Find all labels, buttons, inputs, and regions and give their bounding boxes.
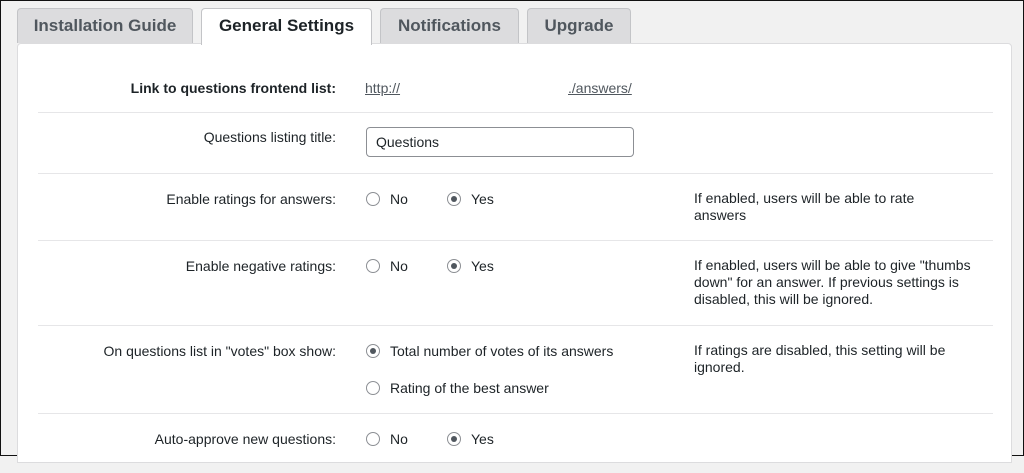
frontend-link-start[interactable]: http:// [365, 80, 400, 96]
radio-checked-icon [447, 259, 461, 273]
radio-label: Rating of the best answer [390, 380, 549, 396]
enable-ratings-yes-radio[interactable]: Yes [447, 191, 494, 207]
auto-approve-no-radio[interactable]: No [366, 431, 408, 447]
negative-ratings-no-radio[interactable]: No [366, 258, 408, 274]
votes-box-help: If ratings are disabled, this setting wi… [694, 342, 946, 375]
tab-upgrade[interactable]: Upgrade [527, 8, 631, 43]
settings-panel: Link to questions frontend list: http://… [17, 43, 1012, 463]
votes-box-row: On questions list in "votes" box show: T… [38, 325, 993, 414]
radio-unchecked-icon [366, 432, 380, 446]
auto-approve-label: Auto-approve new questions: [154, 431, 336, 447]
votes-box-label: On questions list in "votes" box show: [103, 343, 337, 359]
radio-unchecked-icon [366, 381, 380, 395]
frontend-link-end[interactable]: ./answers/ [568, 80, 632, 96]
radio-label: No [390, 191, 408, 207]
frontend-link-label: Link to questions frontend list: [130, 80, 336, 96]
radio-label: No [390, 431, 408, 447]
votes-total-radio[interactable]: Total number of votes of its answers [366, 343, 613, 359]
listing-title-input[interactable] [366, 127, 634, 157]
negative-ratings-yes-radio[interactable]: Yes [447, 258, 494, 274]
tab-installation-guide[interactable]: Installation Guide [17, 8, 193, 43]
enable-ratings-row: Enable ratings for answers: No Yes If en… [38, 173, 993, 241]
tab-general-settings[interactable]: General Settings [201, 8, 372, 45]
negative-ratings-help: If enabled, users will be able to give "… [694, 257, 971, 307]
frontend-link-row: Link to questions frontend list: http://… [38, 44, 993, 113]
auto-approve-row: Auto-approve new questions: No Yes [38, 413, 993, 473]
radio-label: Yes [471, 431, 494, 447]
negative-ratings-label: Enable negative ratings: [185, 258, 336, 274]
radio-checked-icon [447, 192, 461, 206]
radio-checked-icon [447, 432, 461, 446]
negative-ratings-row: Enable negative ratings: No Yes If enabl… [38, 240, 993, 326]
radio-label: No [390, 258, 408, 274]
radio-label: Yes [471, 191, 494, 207]
votes-best-answer-radio[interactable]: Rating of the best answer [366, 380, 549, 396]
enable-ratings-label: Enable ratings for answers: [166, 191, 336, 207]
enable-ratings-no-radio[interactable]: No [366, 191, 408, 207]
enable-ratings-help: If enabled, users will be able to rate a… [694, 190, 915, 223]
radio-checked-icon [366, 344, 380, 358]
radio-unchecked-icon [366, 192, 380, 206]
auto-approve-yes-radio[interactable]: Yes [447, 431, 494, 447]
radio-label: Total number of votes of its answers [390, 343, 614, 359]
tab-notifications[interactable]: Notifications [380, 8, 519, 43]
radio-unchecked-icon [366, 259, 380, 273]
listing-title-label: Questions listing title: [203, 129, 336, 145]
listing-title-row: Questions listing title: [38, 112, 993, 174]
radio-label: Yes [471, 258, 494, 274]
